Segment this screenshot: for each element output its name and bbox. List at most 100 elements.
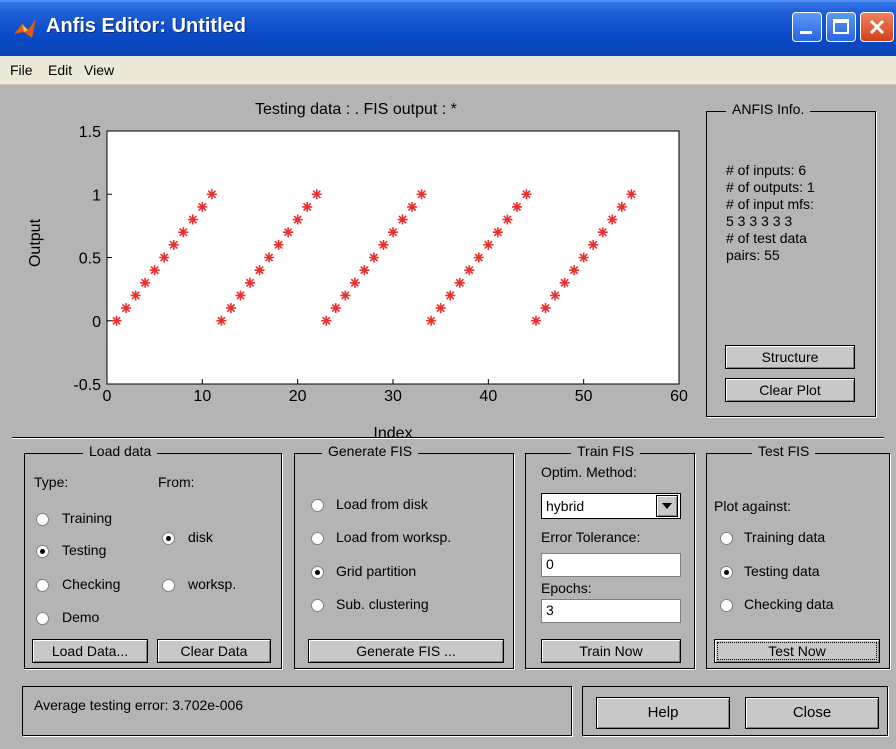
load-data-button[interactable]: Load Data... [32, 639, 148, 663]
radio-checking-label: Checking [62, 576, 121, 592]
anfis-info-title: ANFIS Info. [726, 101, 811, 117]
from-label: From: [158, 474, 195, 490]
close-button[interactable]: Close [745, 697, 879, 729]
data-point [302, 201, 313, 212]
data-point [416, 189, 427, 200]
radio-training-data-label: Training data [744, 529, 826, 545]
data-point [464, 265, 475, 276]
radio-demo[interactable] [36, 612, 49, 625]
data-point [454, 277, 465, 288]
y-tick-label: 0 [92, 314, 101, 331]
data-point [225, 303, 236, 314]
structure-button[interactable]: Structure [725, 345, 855, 369]
data-point [531, 315, 541, 326]
data-point [616, 201, 627, 212]
radio-workspace[interactable] [162, 579, 175, 592]
y-tick-label: 1 [92, 187, 101, 204]
data-point [111, 315, 122, 326]
help-button[interactable]: Help [596, 697, 730, 729]
status-message: Average testing error: 3.702e-006 [34, 697, 244, 713]
radio-checking[interactable] [36, 579, 49, 592]
data-point [187, 214, 198, 225]
test-fis-title: Test FIS [752, 443, 816, 459]
data-point [311, 189, 322, 200]
epochs-field[interactable]: 3 [541, 599, 681, 623]
data-point [483, 239, 494, 250]
plot-area [106, 130, 680, 385]
load-data-title: Load data [83, 443, 158, 459]
close-icon [869, 19, 885, 35]
info-line: # of outputs: 1 [726, 179, 815, 195]
data-point [540, 303, 551, 314]
generate-fis-title: Generate FIS [322, 443, 419, 459]
error-tolerance-field[interactable]: 0 [541, 553, 681, 577]
data-point [569, 265, 580, 276]
data-point [130, 290, 141, 301]
data-point [340, 290, 351, 301]
clear-plot-button[interactable]: Clear Plot [725, 378, 855, 402]
radio-training-data[interactable] [720, 532, 733, 545]
y-tick-label: -0.5 [73, 377, 101, 394]
x-tick-label: 10 [193, 388, 211, 405]
x-tick-label: 40 [479, 388, 497, 405]
data-point [197, 201, 208, 212]
radio-load-from-disk-label: Load from disk [336, 496, 428, 512]
data-point [254, 265, 265, 276]
menu-edit[interactable]: Edit [48, 62, 72, 78]
data-point [626, 189, 637, 200]
divider [12, 437, 884, 438]
radio-load-from-disk[interactable] [311, 499, 324, 512]
train-fis-title: Train FIS [571, 443, 641, 459]
data-point [235, 290, 246, 301]
minimize-button[interactable] [792, 12, 822, 42]
data-point [283, 227, 294, 238]
data-point [359, 265, 370, 276]
x-tick-label: 0 [103, 388, 112, 405]
radio-training-label: Training [62, 510, 113, 526]
radio-testing[interactable] [36, 545, 49, 558]
info-line: pairs: 55 [726, 247, 780, 263]
clear-data-button[interactable]: Clear Data [157, 639, 271, 663]
train-now-button[interactable]: Train Now [541, 639, 681, 663]
maximize-icon [833, 19, 849, 34]
radio-sub-clustering-label: Sub. clustering [336, 596, 429, 612]
data-point [292, 214, 303, 225]
test-fis-panel [706, 453, 890, 669]
radio-load-from-workspace[interactable] [311, 532, 324, 545]
radio-sub-clustering[interactable] [311, 599, 324, 612]
menu-view[interactable]: View [84, 62, 114, 78]
data-point [388, 227, 398, 238]
radio-load-from-workspace-label: Load from worksp. [336, 529, 452, 545]
anfis-info-text: # of inputs: 6 # of outputs: 1 # of inpu… [726, 162, 815, 264]
generate-fis-button[interactable]: Generate FIS ... [308, 639, 504, 663]
data-point [597, 227, 608, 238]
chevron-down-icon[interactable] [656, 495, 678, 517]
radio-testing-data[interactable] [720, 566, 733, 579]
generate-fis-panel [294, 453, 514, 669]
data-point [445, 290, 456, 301]
x-axis-label: Index [373, 425, 412, 442]
test-now-button[interactable]: Test Now [714, 639, 880, 663]
radio-training[interactable] [36, 513, 49, 526]
radio-disk[interactable] [162, 532, 175, 545]
anfis-info-panel [706, 111, 876, 417]
x-tick-label: 30 [384, 388, 402, 405]
radio-grid-partition[interactable] [311, 566, 324, 579]
optim-method-select[interactable]: hybrid [541, 493, 681, 519]
data-point [168, 239, 179, 250]
close-window-button[interactable] [860, 12, 894, 42]
data-point [140, 277, 151, 288]
data-point [492, 227, 503, 238]
radio-testing-label: Testing [62, 542, 107, 558]
data-point [206, 189, 217, 200]
data-point [121, 303, 132, 314]
data-point [550, 290, 561, 301]
data-point [321, 315, 332, 326]
output-plot[interactable]: 0 10 20 30 40 50 601.510.50-0.5 Output Index [0, 84, 700, 444]
data-point [330, 303, 341, 314]
radio-checking-data[interactable] [720, 599, 733, 612]
radio-checking-data-label: Checking data [744, 596, 834, 612]
y-tick-label: 1.5 [79, 124, 101, 141]
menu-file[interactable]: File [10, 62, 33, 78]
maximize-button[interactable] [826, 12, 856, 42]
